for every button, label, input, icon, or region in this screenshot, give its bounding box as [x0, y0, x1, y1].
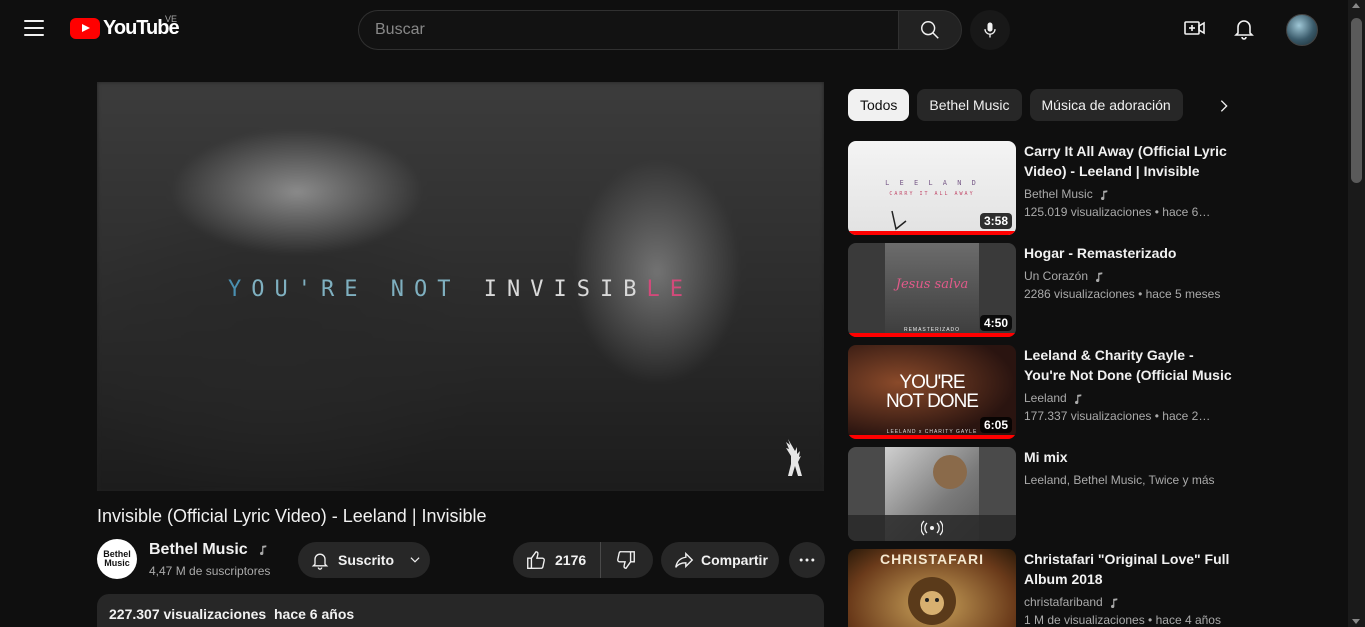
thumb-title: Jesus salva — [895, 277, 969, 292]
scroll-thumb[interactable] — [1351, 18, 1362, 183]
bell-icon — [1234, 20, 1254, 40]
music-note-icon — [1110, 598, 1118, 608]
recommendation-meta: 2286 visualizaciones • hace 5 meses — [1024, 287, 1221, 301]
recommendation-item[interactable]: CHRISTAFARI Christafari "Original Love" … — [848, 549, 1238, 627]
microphone-icon — [984, 22, 996, 38]
create-video-icon — [1184, 21, 1205, 35]
chevron-right-icon[interactable] — [1216, 98, 1232, 114]
mix-item[interactable]: Mi mix Leeland, Bethel Music, Twice y má… — [848, 447, 1238, 541]
page-scrollbar[interactable] — [1348, 0, 1365, 627]
share-arrow-icon — [675, 551, 694, 569]
channel-avatar[interactable]: Bethel Music — [97, 539, 137, 579]
video-overlay-text: YOU'RE NOT INVISIBLE — [228, 277, 693, 302]
video-thumbnail[interactable]: YOU'RE NOT DONE LEELAND x CHARITY GAYLE 6… — [848, 345, 1016, 439]
search-button[interactable] — [898, 10, 962, 50]
pen-icon — [891, 210, 907, 231]
music-note-icon — [1100, 190, 1108, 200]
bell-icon — [311, 553, 329, 570]
voice-search-button[interactable] — [970, 10, 1010, 50]
chip-musica-de-adoracion[interactable]: Música de adoración — [1029, 89, 1183, 121]
video-player[interactable]: YOU'RE NOT INVISIBLE — [97, 82, 824, 491]
recommendation-title[interactable]: Leeland & Charity Gayle - You're Not Don… — [1024, 345, 1234, 385]
video-thumbnail[interactable]: CHRISTAFARI — [848, 549, 1016, 627]
watch-progress — [848, 231, 1016, 235]
recommendation-item[interactable]: YOU'RE NOT DONE LEELAND x CHARITY GAYLE 6… — [848, 345, 1238, 439]
video-thumbnail[interactable]: Jesus salva REMASTERIZADO 4:50 — [848, 243, 1016, 337]
like-count: 2176 — [555, 552, 587, 568]
channel-name[interactable]: Bethel Music — [149, 541, 268, 559]
account-avatar[interactable] — [1286, 14, 1318, 46]
mix-title[interactable]: Mi mix — [1024, 447, 1234, 467]
watch-progress — [848, 333, 1016, 337]
duration-badge: 6:05 — [979, 417, 1012, 433]
recommendation-meta: 1 M de visualizaciones • hace 4 años — [1024, 613, 1221, 627]
deer-watermark-icon — [786, 439, 802, 476]
lion-icon — [908, 577, 956, 625]
recommendation-channel[interactable]: Leeland — [1024, 389, 1238, 407]
thumbs-down-icon — [617, 551, 635, 569]
masthead: YouTube VE — [0, 0, 1348, 58]
description-box[interactable]: 227.307 visualizaciones hace 6 años — [97, 594, 824, 627]
recommendation-title[interactable]: Carry It All Away (Official Lyric Video)… — [1024, 141, 1234, 181]
subscribed-label: Suscrito — [338, 552, 395, 568]
share-label: Compartir — [701, 552, 768, 568]
duration-badge: 3:58 — [979, 213, 1012, 229]
recommendation-item[interactable]: Jesus salva REMASTERIZADO 4:50 Hogar - R… — [848, 243, 1238, 337]
recommendation-title[interactable]: Hogar - Remasterizado — [1024, 243, 1234, 263]
search-bar — [358, 10, 962, 50]
share-button[interactable]: Compartir — [661, 542, 779, 578]
view-count: 227.307 visualizaciones — [109, 606, 267, 622]
thumb-title: YOU'RE NOT DONE — [886, 372, 979, 412]
music-note-icon — [1096, 272, 1103, 282]
more-horizontal-icon — [799, 558, 815, 562]
watch-progress — [848, 435, 1016, 439]
music-note-icon — [1074, 394, 1082, 404]
chevron-down-icon — [410, 557, 420, 563]
create-button[interactable] — [1183, 16, 1207, 40]
mix-thumbnail[interactable] — [848, 447, 1016, 541]
recommendation-channel[interactable]: Bethel Music — [1024, 185, 1238, 203]
recommendation-meta: 177.337 visualizaciones • hace 2… — [1024, 409, 1211, 423]
album-art: Jesus salva REMASTERIZADO — [885, 243, 979, 337]
like-button[interactable]: 2176 — [513, 542, 601, 578]
duration-badge: 4:50 — [979, 315, 1012, 331]
thumb-title: CHRISTAFARI — [879, 551, 985, 567]
more-actions-button[interactable] — [789, 542, 825, 578]
recommendation-item[interactable]: L E E L A N D CARRY IT ALL AWAY 3:58 Car… — [848, 141, 1238, 235]
video-thumbnail[interactable]: L E E L A N D CARRY IT ALL AWAY 3:58 — [848, 141, 1016, 235]
search-icon — [921, 21, 939, 39]
album-art-circle — [933, 455, 967, 489]
recommendation-meta: 125.019 visualizaciones • hace 6… — [1024, 205, 1211, 219]
like-dislike-group: 2176 — [513, 542, 653, 578]
thumb-title: L E E L A N D — [885, 179, 979, 187]
youtube-logo[interactable]: YouTube — [70, 17, 180, 40]
channel-row: Bethel Music Bethel Music 4,47 M de suscr… — [97, 539, 825, 579]
radio-broadcast-icon — [921, 520, 943, 536]
thumbs-up-icon — [527, 551, 545, 569]
video-title: Invisible (Official Lyric Video) - Leela… — [97, 506, 487, 526]
music-note-icon — [260, 545, 267, 555]
scroll-up-arrow-icon[interactable] — [1352, 3, 1360, 8]
recommendation-channel[interactable]: christafariband — [1024, 593, 1238, 611]
recommendation-channel[interactable]: Un Corazón — [1024, 267, 1238, 285]
chip-todos[interactable]: Todos — [848, 89, 910, 121]
subscriber-count: 4,47 M de suscriptores — [149, 564, 271, 578]
country-code: VE — [165, 14, 178, 24]
menu-icon[interactable] — [24, 20, 44, 36]
mix-meta: Leeland, Bethel Music, Twice y más — [1024, 473, 1215, 487]
subscribed-button[interactable]: Suscrito — [298, 542, 430, 578]
youtube-play-icon — [70, 18, 100, 39]
filter-chips: Todos Bethel Music Música de adoración — [848, 89, 1191, 121]
search-input[interactable] — [358, 10, 898, 50]
upload-age: hace 6 años — [274, 606, 355, 622]
chip-bethel-music[interactable]: Bethel Music — [917, 89, 1022, 121]
recommendation-title[interactable]: Christafari "Original Love" Full Album 2… — [1024, 549, 1234, 589]
mix-overlay — [848, 515, 1016, 541]
notifications-button[interactable] — [1232, 16, 1256, 40]
dislike-button[interactable] — [601, 542, 651, 578]
thumb-subtitle: CARRY IT ALL AWAY — [889, 191, 975, 197]
scroll-down-arrow-icon[interactable] — [1352, 619, 1360, 624]
